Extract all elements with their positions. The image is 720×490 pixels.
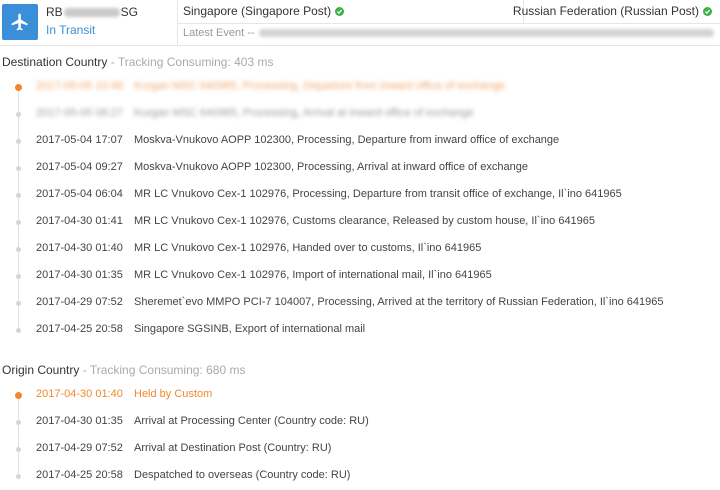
event-dot-icon <box>16 139 21 144</box>
event-dot-icon <box>16 193 21 198</box>
airplane-icon <box>11 13 28 31</box>
destination-section-heading: Destination Country <box>2 55 108 69</box>
event-description: Kurgan MSC 640965, Processing, Arrival a… <box>134 107 474 119</box>
event-time: 2017-05-05 08:27 <box>36 107 123 119</box>
timeline-event: 2017-04-30 01:41 MR LC Vnukovo Cex-1 1029… <box>0 211 720 238</box>
event-dot-icon <box>16 247 21 252</box>
origin-carrier[interactable]: Singapore (Singapore Post) <box>183 4 345 18</box>
destination-section-title: Destination Country - Tracking Consuming… <box>2 55 273 69</box>
event-description: Singapore SGSINB, Export of internationa… <box>134 323 366 335</box>
event-time: 2017-04-30 01:35 <box>36 415 123 427</box>
timeline-event: 2017-04-30 01:35 Arrival at Processing Ce… <box>0 411 720 438</box>
event-description: Moskva-Vnukovo AOPP 102300, Processing, … <box>134 161 528 173</box>
tracking-number-prefix: RB <box>46 5 63 19</box>
origin-tracking-time: - Tracking Consuming: 680 ms <box>82 363 246 377</box>
event-dot-icon <box>16 112 21 117</box>
event-time: 2017-04-29 07:52 <box>36 442 123 454</box>
event-dot-icon <box>16 220 21 225</box>
event-description: MR LC Vnukovo Cex-1 102976, Customs clea… <box>134 215 596 227</box>
timeline-event: 2017-04-30 01:40 MR LC Vnukovo Cex-1 1029… <box>0 238 720 265</box>
event-description: Arrival at Processing Center (Country co… <box>134 415 369 427</box>
event-time: 2017-04-25 20:58 <box>36 323 123 335</box>
shipment-status: In Transit <box>46 23 96 37</box>
timeline-event: 2017-04-25 20:58 Singapore SGSINB, Export… <box>0 319 720 346</box>
timeline-event: 2017-05-05 08:27 Kurgan MSC 640965, Proce… <box>0 103 720 130</box>
timeline-event: 2017-04-25 20:58 Despatched to overseas (… <box>0 465 720 490</box>
tracking-number-redacted <box>63 8 120 18</box>
event-dot-icon <box>16 447 21 452</box>
event-description: Despatched to overseas (Country code: RU… <box>134 469 351 481</box>
event-description: Moskva-Vnukovo AOPP 102300, Processing, … <box>134 134 560 146</box>
event-time: 2017-05-04 09:27 <box>36 161 123 173</box>
event-dot-icon <box>16 474 21 479</box>
tracking-number-suffix: SG <box>120 5 139 19</box>
timeline-event: 2017-04-29 07:52 Sheremet`evo MMPO PCI-7 … <box>0 292 720 319</box>
timeline-event: 2017-05-04 09:27 Moskva-Vnukovo AOPP 1023… <box>0 157 720 184</box>
event-time: 2017-04-25 20:58 <box>36 469 123 481</box>
destination-carrier[interactable]: Russian Federation (Russian Post) <box>513 4 712 18</box>
event-time: 2017-05-04 17:07 <box>36 134 123 146</box>
event-dot-icon <box>16 301 21 306</box>
current-event-dot-icon <box>15 84 22 91</box>
origin-section-heading: Origin Country <box>2 363 80 377</box>
timeline-event: 2017-05-05 10:48 Kurgan MSC 640965, Proce… <box>0 76 720 103</box>
origin-section-title: Origin Country - Tracking Consuming: 680… <box>2 363 245 377</box>
event-description: Arrival at Destination Post (Country: RU… <box>134 442 332 454</box>
event-description: Held by Custom <box>134 388 213 400</box>
event-description: Kurgan MSC 640965, Processing, Departure… <box>134 80 505 92</box>
timeline-event: 2017-04-30 01:40 Held by Custom <box>0 384 720 411</box>
latest-event: Latest Event -- <box>183 27 714 39</box>
tracking-number[interactable]: RB SG <box>46 5 138 19</box>
header-divider <box>177 23 720 24</box>
event-description: Sheremet`evo MMPO PCI-7 104007, Processi… <box>134 296 664 308</box>
event-time: 2017-05-04 06:04 <box>36 188 123 200</box>
timeline-event: 2017-04-29 07:52 Arrival at Destination P… <box>0 438 720 465</box>
event-time: 2017-04-30 01:35 <box>36 269 123 281</box>
event-dot-icon <box>16 166 21 171</box>
event-time: 2017-04-30 01:40 <box>36 242 123 254</box>
event-dot-icon <box>16 328 21 333</box>
check-icon <box>703 6 712 16</box>
timeline-event: 2017-05-04 06:04 MR LC Vnukovo Cex-1 1029… <box>0 184 720 211</box>
latest-event-label: Latest Event -- <box>183 27 255 39</box>
event-time: 2017-04-30 01:40 <box>36 388 123 400</box>
current-event-dot-icon <box>15 392 22 399</box>
tracking-header: RB SG In Transit Singapore (Singapore Pos… <box>0 0 720 46</box>
timeline-event: 2017-05-04 17:07 Moskva-Vnukovo AOPP 1023… <box>0 130 720 157</box>
event-description: MR LC Vnukovo Cex-1 102976, Import of in… <box>134 269 492 281</box>
event-time: 2017-04-29 07:52 <box>36 296 123 308</box>
event-description: MR LC Vnukovo Cex-1 102976, Processing, … <box>134 188 622 200</box>
event-description: MR LC Vnukovo Cex-1 102976, Handed over … <box>134 242 482 254</box>
event-dot-icon <box>16 420 21 425</box>
timeline-event: 2017-04-30 01:35 MR LC Vnukovo Cex-1 1029… <box>0 265 720 292</box>
check-icon <box>335 6 345 16</box>
destination-tracking-time: - Tracking Consuming: 403 ms <box>110 55 274 69</box>
destination-carrier-name: Russian Federation (Russian Post) <box>512 4 699 18</box>
origin-carrier-name: Singapore (Singapore Post) <box>183 4 332 18</box>
event-dot-icon <box>16 274 21 279</box>
event-time: 2017-04-30 01:41 <box>36 215 123 227</box>
latest-event-redacted <box>258 29 714 38</box>
event-time: 2017-05-05 10:48 <box>36 80 123 92</box>
carrier-status-tile <box>2 4 38 40</box>
